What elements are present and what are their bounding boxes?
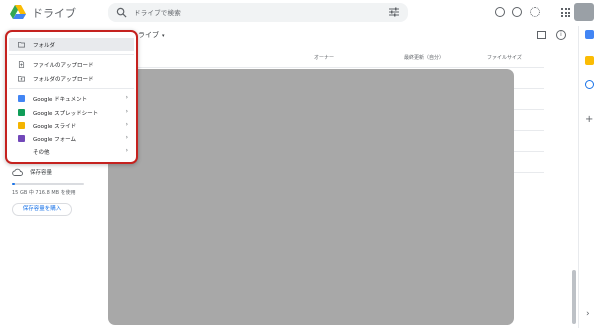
menu-item-label: Google フォーム xyxy=(33,137,76,143)
settings-icon[interactable] xyxy=(530,7,540,17)
chevron-down-icon: ▾ xyxy=(162,33,165,39)
new-folder-icon xyxy=(18,41,25,48)
menu-item-label: フォルダ xyxy=(33,43,56,49)
side-panel-rail: + › xyxy=(578,26,600,328)
search-options-icon[interactable] xyxy=(389,7,399,17)
chevron-right-icon: › xyxy=(125,108,128,115)
menu-item-google-sheets[interactable]: Google スプレッドシート › xyxy=(9,106,134,119)
menu-item-google-docs[interactable]: Google ドキュメント › xyxy=(9,92,134,105)
info-icon[interactable]: i xyxy=(556,30,566,40)
apps-grid-icon[interactable] xyxy=(561,8,570,17)
storage-usage-text: 15 GB 中 716.8 MB を使用 xyxy=(12,190,76,196)
redacted-file-list xyxy=(108,69,514,325)
chevron-right-icon: › xyxy=(125,134,128,141)
menu-divider xyxy=(9,88,134,89)
file-upload-icon xyxy=(18,61,25,68)
drive-logo-icon[interactable] xyxy=(10,5,26,19)
docs-icon xyxy=(18,95,25,102)
cloud-icon xyxy=(12,168,23,176)
menu-item-google-slides[interactable]: Google スライド › xyxy=(9,119,134,132)
list-view-icon[interactable] xyxy=(537,31,546,39)
chevron-right-icon: › xyxy=(125,94,128,101)
calendar-icon[interactable] xyxy=(585,30,594,39)
menu-divider xyxy=(9,54,134,55)
search-icon[interactable] xyxy=(116,7,127,18)
column-header-modified[interactable]: 最終更新（自分） xyxy=(404,54,444,61)
column-header-size[interactable]: ファイルサイズ xyxy=(487,54,522,61)
scrollbar[interactable] xyxy=(572,270,576,324)
offline-status-icon[interactable] xyxy=(495,7,505,17)
storage-progress-fill xyxy=(12,183,16,185)
column-header-owner[interactable]: オーナー xyxy=(314,54,334,61)
storage-progress-bar xyxy=(12,183,84,185)
new-item-menu: フォルダ ファイルのアップロード フォルダのアップロード Google ドキュメ… xyxy=(5,30,138,164)
folder-upload-icon xyxy=(18,75,25,82)
chevron-right-icon: › xyxy=(125,121,128,128)
sheets-icon xyxy=(18,109,25,116)
tasks-icon[interactable] xyxy=(585,80,594,89)
page-title[interactable]: ライブ ▾ xyxy=(138,30,165,40)
forms-icon xyxy=(18,135,25,142)
search-bar[interactable]: ドライブで検索 xyxy=(108,3,408,22)
menu-item-more[interactable]: その他 › xyxy=(9,145,134,158)
menu-item-file-upload[interactable]: ファイルのアップロード xyxy=(9,58,134,71)
menu-item-label: Google ドキュメント xyxy=(33,97,88,103)
storage-label: 保存容量 xyxy=(30,170,53,176)
app-title[interactable]: ドライブ xyxy=(32,5,76,21)
help-icon[interactable] xyxy=(512,7,522,17)
search-input[interactable]: ドライブで検索 xyxy=(134,7,181,17)
menu-item-label: Google スライド xyxy=(33,124,77,130)
menu-item-new-folder[interactable]: フォルダ xyxy=(9,38,134,51)
buy-storage-button[interactable]: 保存容量を購入 xyxy=(12,203,72,216)
menu-item-google-forms[interactable]: Google フォーム › xyxy=(9,132,134,145)
chevron-right-icon[interactable]: › xyxy=(586,309,590,319)
menu-item-label: その他 xyxy=(33,150,50,156)
storage-nav-item[interactable]: 保存容量 xyxy=(12,167,102,179)
menu-item-label: フォルダのアップロード xyxy=(33,77,94,83)
page-title-text: ライブ xyxy=(138,31,159,39)
menu-item-label: Google スプレッドシート xyxy=(33,111,99,117)
chevron-right-icon: › xyxy=(125,147,128,154)
menu-item-label: ファイルのアップロード xyxy=(33,63,94,69)
avatar[interactable] xyxy=(574,3,594,21)
slides-icon xyxy=(18,122,25,129)
menu-item-folder-upload[interactable]: フォルダのアップロード xyxy=(9,72,134,85)
top-bar: ドライブ ドライブで検索 xyxy=(0,0,600,26)
add-addon-icon[interactable]: + xyxy=(585,115,593,125)
row-divider xyxy=(110,67,544,68)
keep-icon[interactable] xyxy=(585,56,594,65)
